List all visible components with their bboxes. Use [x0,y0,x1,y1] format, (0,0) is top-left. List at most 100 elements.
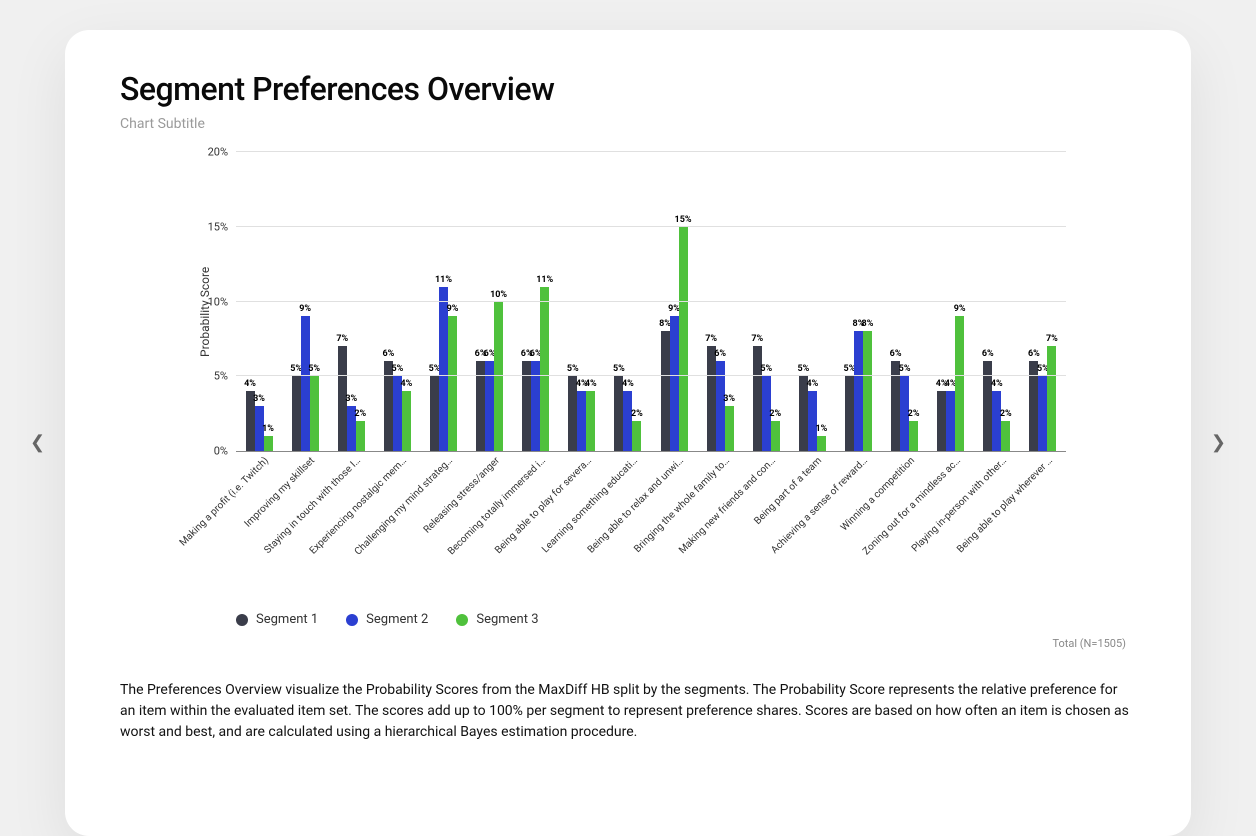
bar: 5% [310,376,319,451]
bar-group: 5%4%1%Being part of a team [789,152,835,451]
chart-description: The Preferences Overview visualize the P… [120,680,1136,743]
bar-value-label: 2% [631,409,643,419]
bar-value-label: 7% [336,334,348,344]
bar-value-label: 6% [382,349,394,359]
bar: 5% [845,376,854,451]
bar: 7% [753,346,762,451]
category-label: Being able to play wherever … [955,455,1055,555]
grid-line [236,301,1066,302]
bar: 4% [992,391,1001,451]
bar: 4% [946,391,955,451]
bar-group: 7%3%2%Staying in touch with those I… [328,152,374,451]
bar: 9% [301,316,310,451]
bar-value-label: 6% [982,349,994,359]
legend-swatch [346,614,358,626]
bar-value-label: 4% [806,379,818,389]
bar: 5% [292,376,301,451]
bar-group: 6%4%2%Playing in-person with other… [974,152,1020,451]
bar: 5% [1038,376,1047,451]
category-label: Learning something educati… [540,455,640,555]
bar-value-label: 5% [391,364,403,374]
chart-container: ❮ ❯ Probability Score 4%3%1%Making a pro… [120,152,1136,452]
bar-group: 7%5%2%Making new friends and con… [743,152,789,451]
category-label: Experiencing nostalgic mem… [308,455,409,556]
bar: 15% [679,227,688,451]
bar-group: 5%4%4%Being able to play for severa… [559,152,605,451]
bar: 10% [494,302,503,452]
bar-value-label: 3% [723,394,735,404]
legend-label: Segment 2 [366,612,428,627]
chart-card: Segment Preferences Overview Chart Subti… [65,30,1191,836]
bar-value-label: 7% [751,334,763,344]
bar: 1% [817,436,826,451]
bar-value-label: 2% [1000,409,1012,419]
bar: 5% [430,376,439,451]
chevron-right-icon[interactable]: ❯ [1211,432,1226,453]
bar-group: 4%3%1%Making a profit (i.e. Twitch) [236,152,282,451]
category-label: Making new friends and con… [677,455,778,556]
category-label: Playing in-person with other… [910,455,1009,554]
bar-value-label: 5% [567,364,579,374]
bar: 4% [402,391,411,451]
bar: 9% [670,316,679,451]
bar-value-label: 11% [435,275,452,285]
bar-value-label: 5% [308,364,320,374]
bar-value-label: 15% [675,215,692,225]
bar-value-label: 4% [585,379,597,389]
category-label: Challenging my mind strateg… [353,455,455,557]
plot-area: 4%3%1%Making a profit (i.e. Twitch)5%9%5… [236,152,1066,452]
bar-value-label: 6% [714,349,726,359]
bar-value-label: 1% [815,424,827,434]
category-label: Being able to relax and unwi… [586,455,686,555]
bar-group: 6%6%11%Becoming totally immersed i… [513,152,559,451]
bar: 11% [540,287,549,451]
bar: 4% [808,391,817,451]
bar: 2% [632,421,641,451]
chart-subtitle: Chart Subtitle [120,116,1136,132]
bar-value-label: 2% [769,409,781,419]
category-label: Achieving a sense of reward… [770,455,871,556]
bar-value-label: 9% [954,304,966,314]
y-tick-label: 10% [208,295,236,308]
bar: 9% [955,316,964,451]
bar-value-label: 9% [299,304,311,314]
bar: 7% [707,346,716,451]
legend-swatch [456,614,468,626]
bar-value-label: 5% [613,364,625,374]
bar-group: 4%4%9%Zoning out for a mindless ac… [928,152,974,451]
y-tick-label: 20% [208,146,236,159]
bar: 7% [1047,346,1056,451]
bar-value-label: 4% [991,379,1003,389]
bar-group: 7%6%3%Bringing the whole family to… [697,152,743,451]
bar: 2% [909,421,918,451]
chevron-left-icon[interactable]: ❮ [30,432,45,453]
legend: Segment 1Segment 2Segment 3 [236,612,1136,627]
bar: 9% [448,316,457,451]
bar-value-label: 2% [908,409,920,419]
category-label: Being able to play for severa… [493,455,594,556]
grid-line [236,226,1066,227]
y-axis-label: Probability Score [198,252,212,372]
bar: 3% [725,406,734,451]
bar-value-label: 5% [797,364,809,374]
bar: 4% [577,391,586,451]
bar-value-label: 9% [447,304,459,314]
bar-value-label: 5% [760,364,772,374]
bar-group: 6%6%10%Releasing stress/anger [467,152,513,451]
bar-group: 5%9%5%Improving my skillset [282,152,328,451]
category-label: Bringing the whole family to… [632,455,732,555]
bar-value-label: 6% [890,349,902,359]
bar-value-label: 2% [354,409,366,419]
category-label: Zoning out for a mindless ac… [861,455,963,557]
bar-value-label: 1% [262,424,274,434]
legend-label: Segment 1 [256,612,318,627]
grid-line [236,151,1066,152]
bar-group: 5%8%8%Achieving a sense of reward… [835,152,881,451]
bar: 4% [623,391,632,451]
category-label: Becoming totally immersed i… [446,455,548,557]
bar-group: 5%4%2%Learning something educati… [605,152,651,451]
bar: 2% [771,421,780,451]
category-label: Staying in touch with those I… [263,455,364,556]
bar-group: 6%5%4%Experiencing nostalgic mem… [374,152,420,451]
bar-value-label: 11% [536,275,553,285]
